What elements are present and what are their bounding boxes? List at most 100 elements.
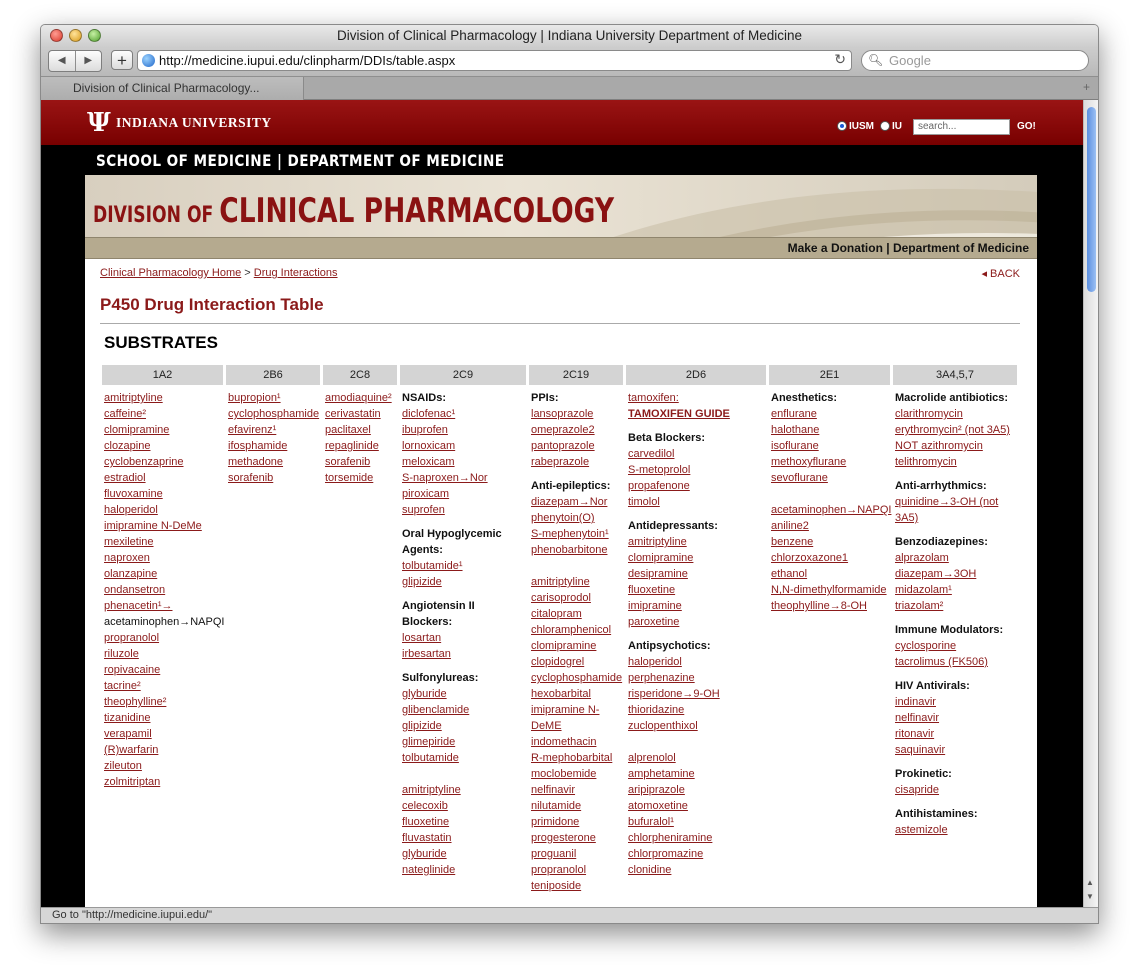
drug-link[interactable]: acetaminophen→NAPQI xyxy=(771,502,891,518)
drug-link[interactable]: amitriptyline xyxy=(402,782,526,798)
drug-link[interactable]: propranolol xyxy=(104,630,222,646)
radio-iusm[interactable] xyxy=(837,121,847,131)
vertical-scrollbar[interactable]: ▲ ▼ xyxy=(1083,100,1098,907)
drug-link[interactable]: isoflurane xyxy=(771,438,890,454)
drug-link[interactable]: S-metoprolol xyxy=(628,462,766,478)
drug-link[interactable]: estradiol xyxy=(104,470,222,486)
drug-link[interactable]: triazolam² xyxy=(895,598,1017,614)
drug-link[interactable]: primidone xyxy=(531,814,623,830)
drug-link[interactable]: telithromycin xyxy=(895,454,1017,470)
radio-iu[interactable] xyxy=(880,121,890,131)
drug-link[interactable]: fluoxetine xyxy=(402,814,526,830)
drug-link[interactable]: diazepam→3OH xyxy=(895,566,1017,582)
url-text[interactable]: http://medicine.iupui.edu/clinpharm/DDIs… xyxy=(159,53,455,68)
drug-link[interactable]: progesterone xyxy=(531,830,623,846)
drug-link[interactable]: desipramine xyxy=(628,566,766,582)
drug-link[interactable]: nelfinavir xyxy=(531,782,623,798)
drug-link[interactable]: zuclopenthixol xyxy=(628,718,766,734)
drug-link[interactable]: NOT azithromycin xyxy=(895,438,1017,454)
drug-link[interactable]: cyclophosphamide xyxy=(531,670,623,686)
iu-name[interactable]: INDIANA UNIVERSITY xyxy=(116,115,272,131)
drug-link[interactable]: imipramine N-DeME xyxy=(531,702,623,734)
drug-link[interactable]: astemizole xyxy=(895,822,1017,838)
drug-link[interactable]: glipizide xyxy=(402,718,526,734)
drug-link[interactable]: ropivacaine xyxy=(104,662,222,678)
drug-link[interactable]: amitriptyline xyxy=(104,390,222,406)
drug-link[interactable]: ethanol xyxy=(771,566,890,582)
drug-link[interactable]: clozapine xyxy=(104,438,222,454)
drug-link[interactable]: omeprazole2 xyxy=(531,422,623,438)
drug-link[interactable]: theophylline→8-OH xyxy=(771,598,890,614)
drug-link[interactable]: alprenolol xyxy=(628,750,766,766)
drug-link[interactable]: hexobarbital xyxy=(531,686,623,702)
breadcrumb-current[interactable]: Drug Interactions xyxy=(254,267,338,279)
drug-link[interactable]: glimepiride xyxy=(402,734,526,750)
drug-link[interactable]: midazolam¹ xyxy=(895,582,1017,598)
drug-link[interactable]: olanzapine xyxy=(104,566,222,582)
drug-link[interactable]: risperidone→9-OH xyxy=(628,686,766,702)
drug-link[interactable]: bupropion¹ xyxy=(228,390,320,406)
drug-link[interactable]: sorafenib xyxy=(325,454,397,470)
drug-link[interactable]: nilutamide xyxy=(531,798,623,814)
drug-link[interactable]: paclitaxel xyxy=(325,422,397,438)
drug-link[interactable]: tizanidine xyxy=(104,710,222,726)
drug-link[interactable]: erythromycin² (not 3A5) xyxy=(895,422,1017,438)
drug-link[interactable]: aripiprazole xyxy=(628,782,766,798)
drug-link[interactable]: glyburide xyxy=(402,686,526,702)
new-tab-icon[interactable]: + xyxy=(1083,80,1090,94)
drug-link[interactable]: moclobemide xyxy=(531,766,623,782)
drug-link[interactable]: tacrolimus (FK506) xyxy=(895,654,1017,670)
drug-link[interactable]: bufuralol¹ xyxy=(628,814,766,830)
drug-link[interactable]: benzene xyxy=(771,534,890,550)
drug-link[interactable]: rabeprazole xyxy=(531,454,623,470)
donation-link[interactable]: Make a Donation xyxy=(788,241,883,255)
drug-link[interactable]: tacrine² xyxy=(104,678,222,694)
drug-link[interactable]: fluvoxamine xyxy=(104,486,222,502)
drug-link[interactable]: methadone xyxy=(228,454,320,470)
drug-link[interactable]: losartan xyxy=(402,630,526,646)
drug-link[interactable]: N,N-dimethylformamide xyxy=(771,582,890,598)
drug-link[interactable]: lornoxicam xyxy=(402,438,526,454)
drug-link[interactable]: chlorpromazine xyxy=(628,846,766,862)
drug-link[interactable]: zileuton xyxy=(104,758,222,774)
scroll-thumb[interactable] xyxy=(1087,107,1096,292)
drug-link[interactable]: propranolol xyxy=(531,862,623,878)
drug-link[interactable]: R-mephobarbital xyxy=(531,750,623,766)
drug-link[interactable]: indomethacin xyxy=(531,734,623,750)
scroll-up-icon[interactable]: ▲ xyxy=(1086,878,1094,887)
drug-link[interactable]: diclofenac¹ xyxy=(402,406,526,422)
drug-link[interactable]: timolol xyxy=(628,494,766,510)
drug-link[interactable]: caffeine² xyxy=(104,406,222,422)
drug-link[interactable]: cyclobenzaprine xyxy=(104,454,222,470)
tab-active[interactable]: Division of Clinical Pharmacology... xyxy=(41,77,304,100)
drug-link[interactable]: propafenone xyxy=(628,478,766,494)
drug-link[interactable]: theophylline² xyxy=(104,694,222,710)
drug-link[interactable]: tamoxifen: xyxy=(628,390,766,406)
drug-link[interactable]: chloramphenicol xyxy=(531,622,623,638)
drug-link[interactable]: chlorpheniramine xyxy=(628,830,766,846)
drug-link[interactable]: irbesartan xyxy=(402,646,526,662)
iu-trident-logo[interactable]: Ψ xyxy=(87,108,111,138)
drug-link[interactable]: S-mephenytoin¹ xyxy=(531,526,623,542)
drug-link[interactable]: celecoxib xyxy=(402,798,526,814)
drug-link[interactable]: naproxen xyxy=(104,550,222,566)
drug-link[interactable]: mexiletine xyxy=(104,534,222,550)
drug-link[interactable]: (R)warfarin xyxy=(104,742,222,758)
drug-link[interactable]: indinavir xyxy=(895,694,1017,710)
scroll-down-icon[interactable]: ▼ xyxy=(1086,892,1094,901)
drug-link[interactable]: nelfinavir xyxy=(895,710,1017,726)
drug-link[interactable]: meloxicam xyxy=(402,454,526,470)
drug-link[interactable]: quinidine→3-OH (not 3A5) xyxy=(895,494,1017,526)
drug-link[interactable]: clopidogrel xyxy=(531,654,623,670)
drug-link[interactable]: teniposide xyxy=(531,878,623,894)
drug-link[interactable]: efavirenz¹ xyxy=(228,422,320,438)
drug-link[interactable]: thioridazine xyxy=(628,702,766,718)
drug-link[interactable]: phenobarbitone xyxy=(531,542,623,558)
drug-link[interactable]: carvedilol xyxy=(628,446,766,462)
drug-link[interactable]: ritonavir xyxy=(895,726,1017,742)
drug-link[interactable]: enflurane xyxy=(771,406,890,422)
drug-link[interactable]: zolmitriptan xyxy=(104,774,222,790)
drug-link[interactable]: imipramine N-DeMe xyxy=(104,518,222,534)
drug-link[interactable]: proguanil xyxy=(531,846,623,862)
drug-link[interactable]: tolbutamide¹ xyxy=(402,558,526,574)
